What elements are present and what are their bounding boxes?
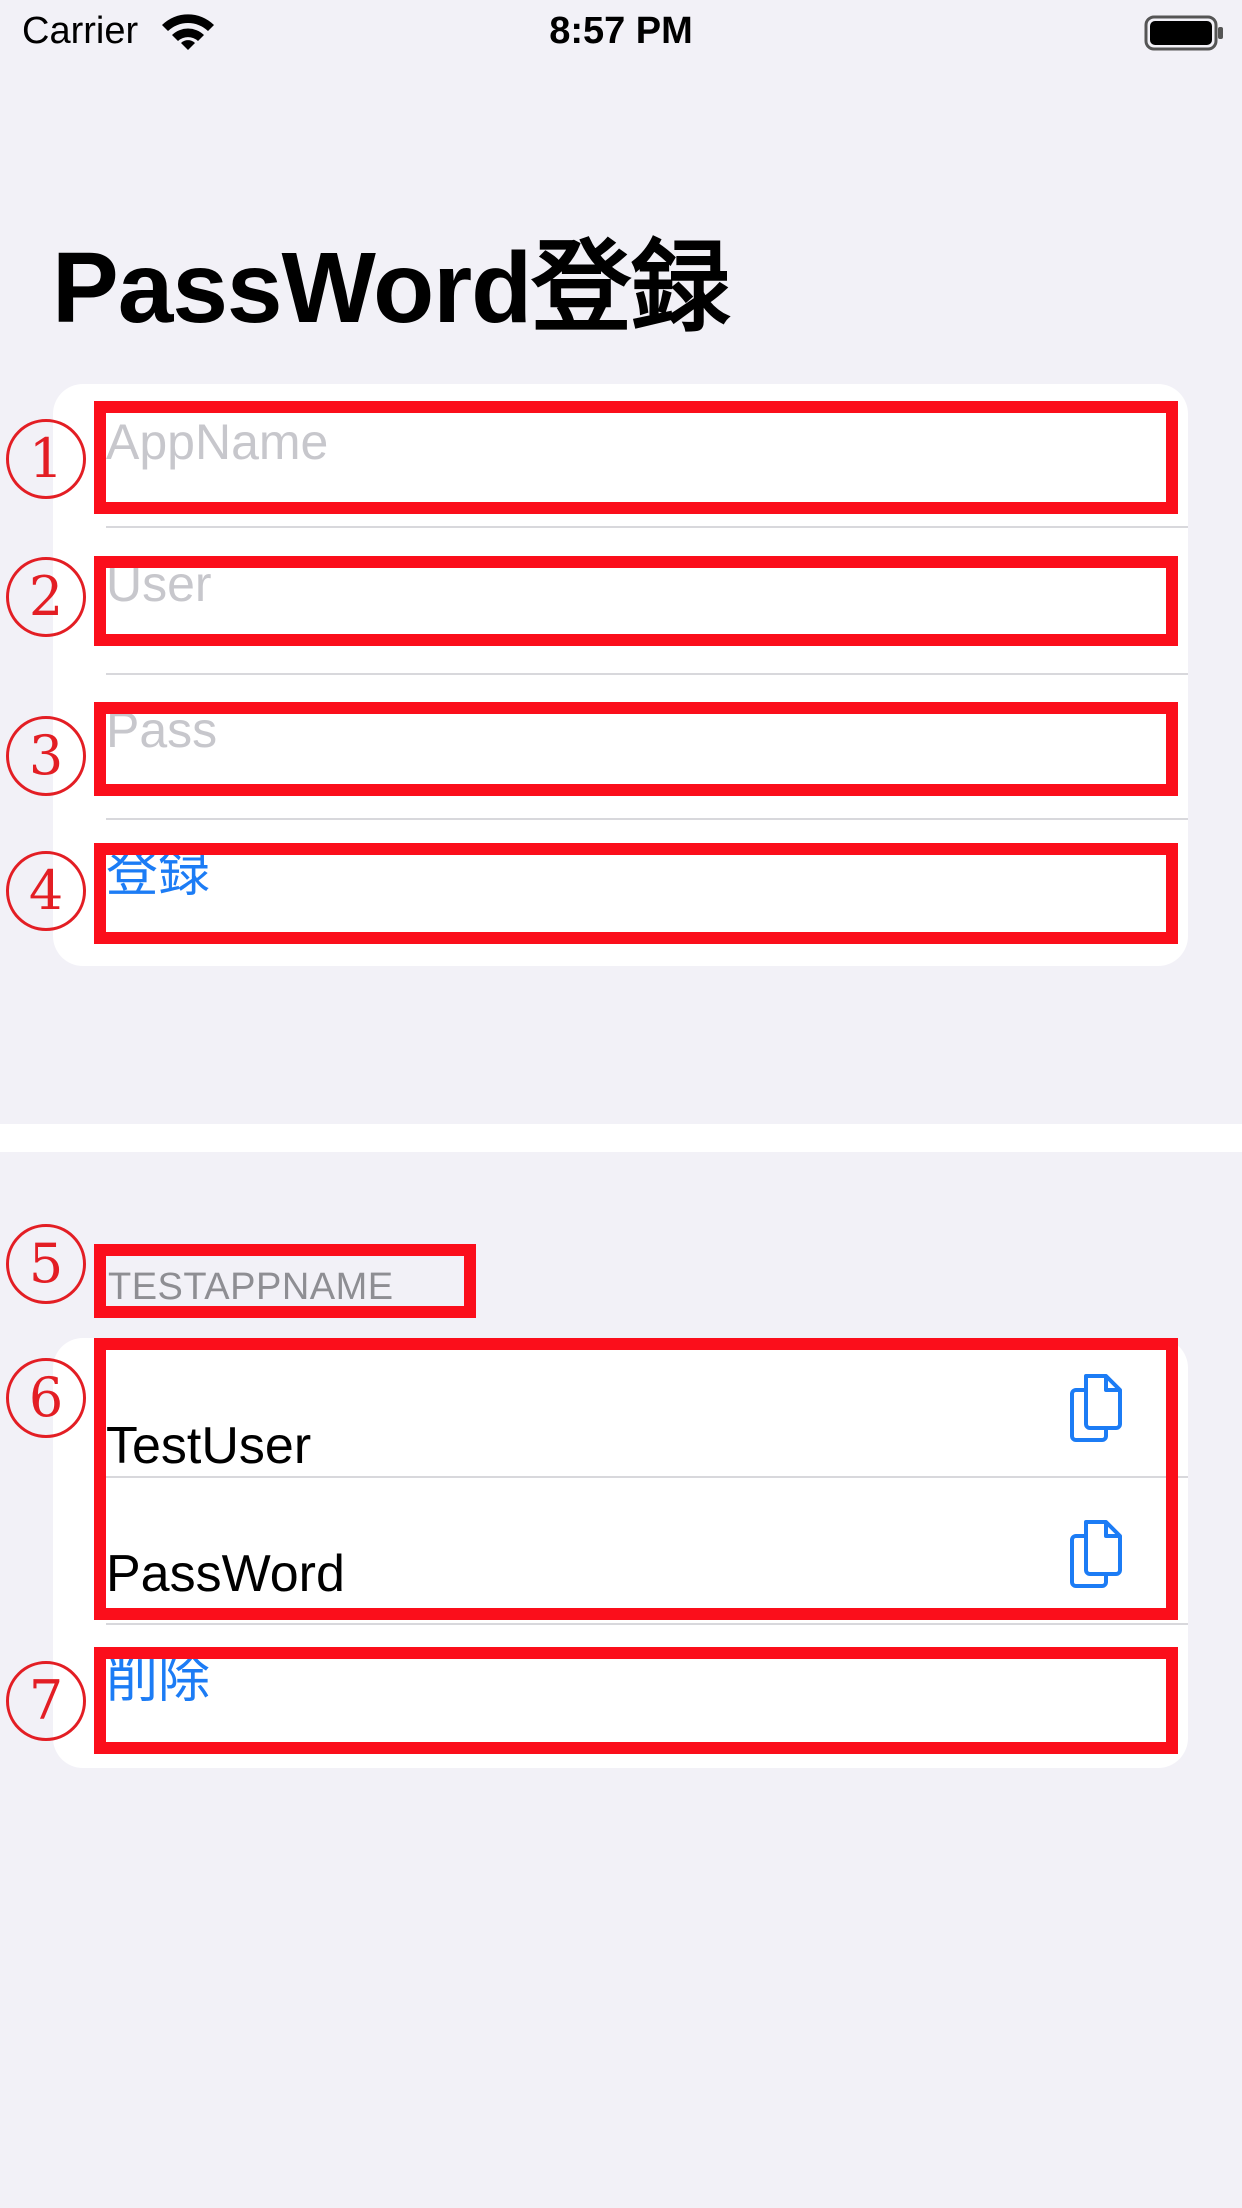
highlight-box-6: [94, 1338, 1178, 1620]
annotation-number-4: 4: [6, 851, 86, 931]
divider: [106, 673, 1188, 675]
annotation-number-1: 1: [6, 419, 86, 499]
status-time: 8:57 PM: [549, 10, 693, 52]
divider: [106, 818, 1188, 820]
battery-icon: [1144, 15, 1223, 51]
annotation-number-7: 7: [6, 1661, 86, 1741]
annotation-number-3: 3: [6, 716, 86, 796]
highlight-box-2: [94, 556, 1178, 646]
highlight-box-4: [94, 843, 1178, 944]
highlight-box-3: [94, 702, 1178, 796]
divider: [106, 1623, 1188, 1625]
highlight-box-1: [94, 401, 1178, 514]
highlight-box-7: [94, 1647, 1178, 1754]
divider: [106, 526, 1188, 528]
status-bar: Carrier 8:57 PM: [0, 0, 1242, 66]
annotation-number-5: 5: [6, 1224, 86, 1304]
highlight-box-5: [94, 1244, 476, 1318]
section-divider-band: [0, 1124, 1242, 1152]
page-title: PassWord登録: [52, 232, 730, 344]
annotation-number-6: 6: [6, 1358, 86, 1438]
annotation-number-2: 2: [6, 557, 86, 637]
